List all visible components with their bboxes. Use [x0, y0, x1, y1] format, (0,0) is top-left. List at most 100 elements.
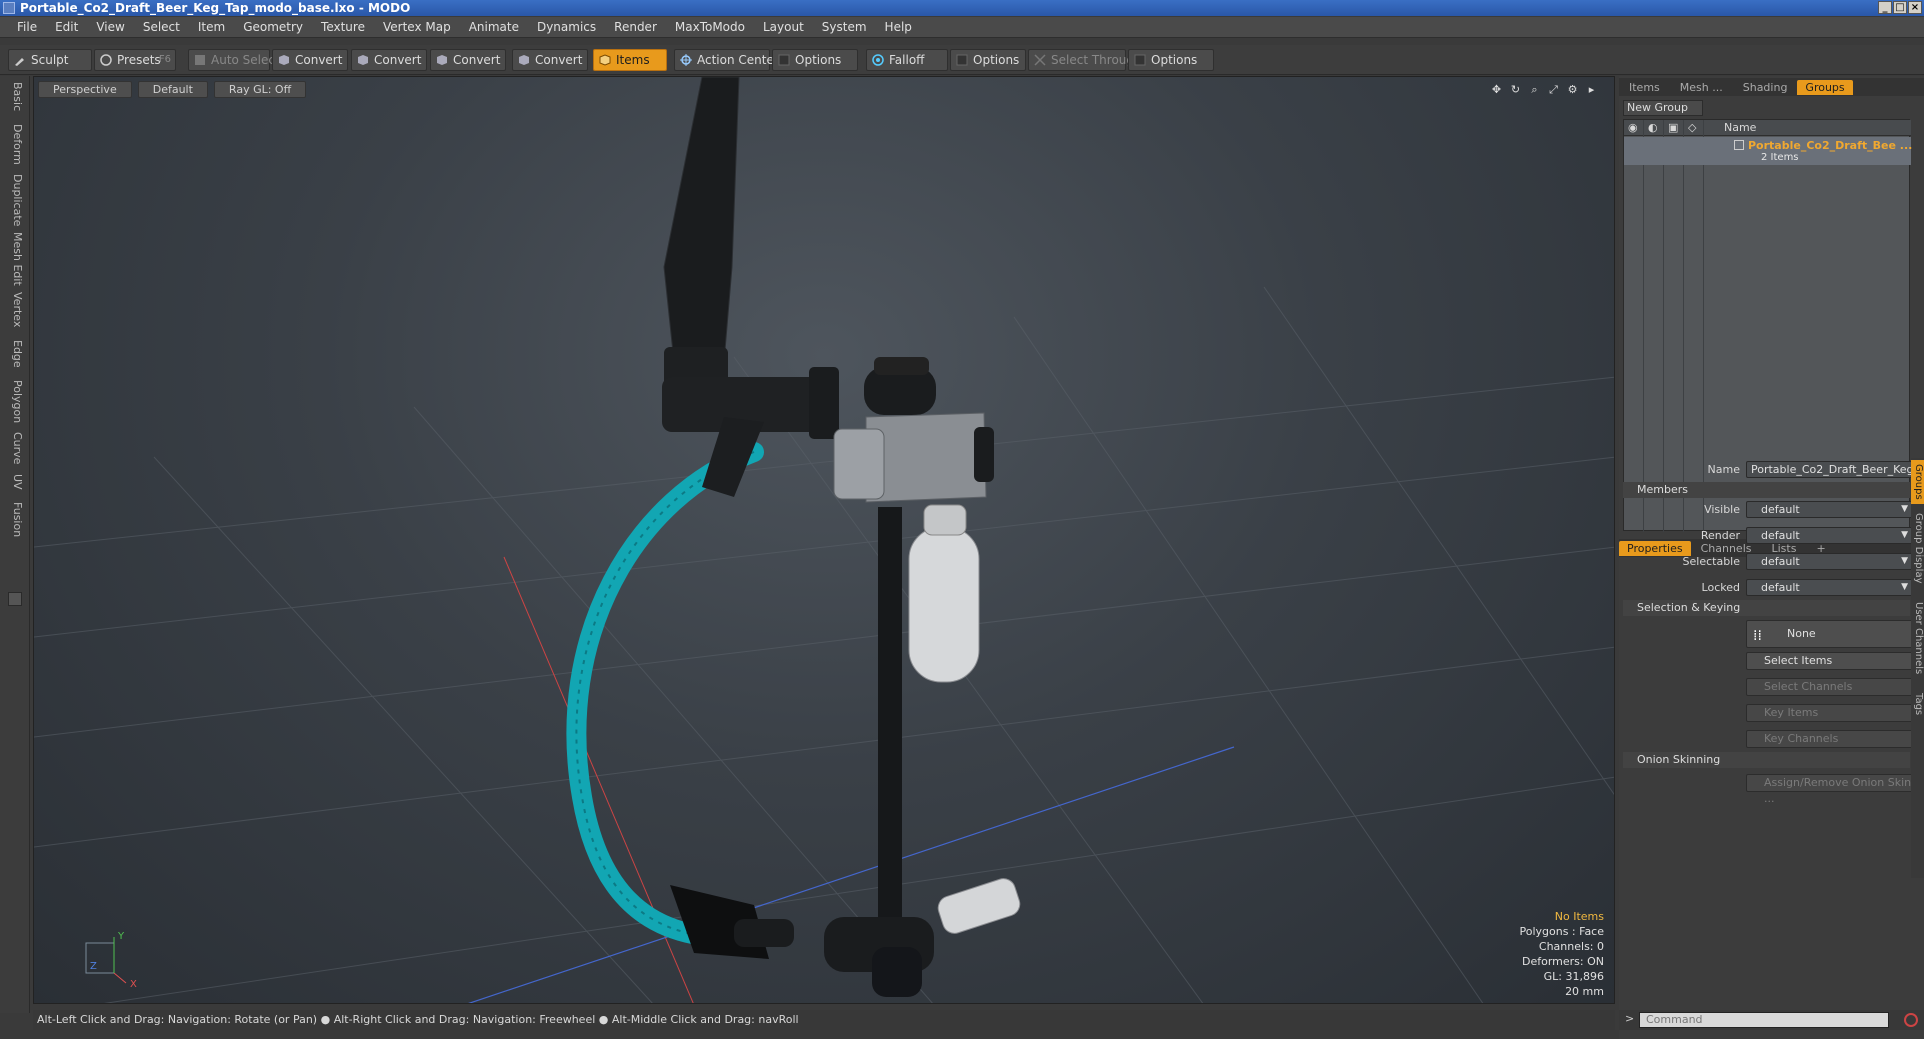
- onion-skinning-section[interactable]: Onion Skinning: [1623, 752, 1910, 768]
- view-type-dropdown[interactable]: Perspective: [38, 81, 132, 98]
- selection-set-none[interactable]: ⁞⁞ None: [1746, 620, 1913, 648]
- tab-edge[interactable]: Edge: [8, 340, 24, 368]
- menu-edit[interactable]: Edit: [46, 20, 87, 34]
- select-through-button[interactable]: Select Through: [1028, 49, 1142, 71]
- sculpt-button[interactable]: Sculpt: [8, 49, 92, 71]
- convert-button-4[interactable]: Convert: [512, 49, 588, 71]
- convert-icon: [437, 55, 447, 65]
- members-section[interactable]: Members: [1623, 482, 1910, 498]
- side-tab-group-display[interactable]: Group Display: [1911, 508, 1924, 588]
- tab-shading[interactable]: Shading: [1733, 81, 1798, 94]
- pan-icon[interactable]: ✥: [1490, 83, 1503, 96]
- side-tab-user-channels[interactable]: User Channels: [1911, 592, 1924, 684]
- minimize-button[interactable]: _: [1878, 1, 1892, 14]
- maximize-button[interactable]: □: [1893, 1, 1907, 14]
- menu-render[interactable]: Render: [605, 20, 666, 34]
- select-channels-button[interactable]: Select Channels: [1746, 678, 1913, 696]
- raygl-toggle[interactable]: Ray GL: Off: [213, 81, 307, 98]
- presets-button[interactable]: Presets F6: [94, 49, 176, 71]
- side-tab-tags[interactable]: Tags: [1911, 688, 1924, 720]
- visible-dropdown[interactable]: default ▼: [1746, 501, 1913, 518]
- tab-duplicate[interactable]: Duplicate: [8, 174, 24, 226]
- co2-cartridge-model: [908, 504, 980, 683]
- menu-select[interactable]: Select: [134, 20, 189, 34]
- name-column-header: Name: [1724, 121, 1757, 134]
- maximize-viewport-icon[interactable]: ⤢: [1547, 83, 1560, 96]
- menu-file[interactable]: File: [8, 20, 46, 34]
- menu-item[interactable]: Item: [189, 20, 234, 34]
- title-bar: Portable_Co2_Draft_Beer_Keg_Tap_modo_bas…: [0, 0, 1924, 16]
- visible-label: Visible: [1704, 503, 1740, 516]
- locked-label: Locked: [1701, 581, 1740, 594]
- viewport-menu-icon[interactable]: ▸: [1585, 83, 1598, 96]
- menu-geometry[interactable]: Geometry: [234, 20, 312, 34]
- side-tab-groups[interactable]: Groups: [1911, 460, 1924, 504]
- action-center-button[interactable]: Action Center: [674, 49, 779, 71]
- auto-select-icon: [195, 55, 205, 65]
- falloff-options-button[interactable]: Options: [950, 49, 1026, 71]
- tab-items[interactable]: Items: [1619, 81, 1670, 94]
- tab-groups[interactable]: Groups: [1797, 79, 1853, 95]
- auto-select-button[interactable]: Auto Select: [188, 49, 280, 71]
- convert-button-2[interactable]: Convert: [351, 49, 427, 71]
- stat-polygons: Polygons : Face: [1519, 925, 1604, 938]
- tab-mesh-edit[interactable]: Mesh Edit: [8, 232, 24, 286]
- selection-keying-section[interactable]: Selection & Keying: [1623, 600, 1910, 616]
- scene-render: X Y Z: [34, 77, 1614, 1003]
- key-channels-button[interactable]: Key Channels: [1746, 730, 1913, 748]
- new-group-button[interactable]: New Group: [1623, 100, 1703, 116]
- tab-polygon[interactable]: Polygon: [8, 380, 24, 423]
- crosshair-icon: [680, 54, 692, 66]
- render-dropdown[interactable]: default ▼: [1746, 527, 1913, 544]
- shading-mode-dropdown[interactable]: Default: [137, 81, 208, 98]
- zoom-icon[interactable]: ⌕: [1528, 83, 1541, 96]
- expand-toggle[interactable]: [8, 592, 22, 606]
- items-mode-button[interactable]: Items: [593, 49, 667, 71]
- menu-layout[interactable]: Layout: [754, 20, 813, 34]
- convert-button-1[interactable]: Convert: [272, 49, 348, 71]
- menu-animate[interactable]: Animate: [460, 20, 528, 34]
- selectable-label: Selectable: [1682, 555, 1740, 568]
- group-row[interactable]: Portable_Co2_Draft_Bee ... 2 Items: [1624, 137, 1912, 165]
- close-button[interactable]: ×: [1908, 1, 1922, 14]
- group-icon: [1734, 140, 1744, 150]
- gear-icon[interactable]: ⚙: [1566, 83, 1579, 96]
- tab-fusion[interactable]: Fusion: [8, 502, 24, 537]
- convert-button-3[interactable]: Convert: [430, 49, 506, 71]
- menu-maxtomodo[interactable]: MaxToModo: [666, 20, 754, 34]
- menu-vertex-map[interactable]: Vertex Map: [374, 20, 460, 34]
- keg-coupler-model: [670, 878, 1021, 997]
- selectable-dropdown[interactable]: default ▼: [1746, 553, 1913, 570]
- tab-curve[interactable]: Curve: [8, 432, 24, 464]
- rotate-icon[interactable]: ↻: [1509, 83, 1522, 96]
- falloff-button[interactable]: Falloff: [866, 49, 948, 71]
- tab-vertex[interactable]: Vertex: [8, 292, 24, 327]
- regulator-model: [833, 357, 994, 503]
- menu-view[interactable]: View: [87, 20, 133, 34]
- command-input[interactable]: Command: [1639, 1012, 1889, 1028]
- name-field[interactable]: Portable_Co2_Draft_Beer_Keg_: [1746, 461, 1913, 478]
- select-icon[interactable]: ◇: [1688, 120, 1696, 136]
- menu-texture[interactable]: Texture: [312, 20, 374, 34]
- eye-icon[interactable]: ◉: [1628, 120, 1638, 136]
- tab-uv[interactable]: UV: [8, 474, 24, 490]
- key-items-button[interactable]: Key Items: [1746, 704, 1913, 722]
- menu-system[interactable]: System: [813, 20, 876, 34]
- action-center-options-button[interactable]: Options: [772, 49, 858, 71]
- falloff-icon: [872, 54, 884, 66]
- select-through-options-button[interactable]: Options: [1128, 49, 1214, 71]
- select-items-button[interactable]: Select Items: [1746, 652, 1913, 670]
- 3d-viewport[interactable]: Perspective Default Ray GL: Off ✥ ↻ ⌕ ⤢ …: [33, 76, 1615, 1004]
- assign-onion-skin-button[interactable]: Assign/Remove Onion Skin ...: [1746, 774, 1913, 805]
- modo-window: Portable_Co2_Draft_Beer_Keg_Tap_modo_bas…: [0, 0, 1924, 1039]
- menu-dynamics[interactable]: Dynamics: [528, 20, 605, 34]
- locked-dropdown[interactable]: default ▼: [1746, 579, 1913, 596]
- tab-mesh[interactable]: Mesh ...: [1670, 81, 1733, 94]
- menu-help[interactable]: Help: [876, 20, 921, 34]
- render-icon[interactable]: ◐: [1648, 120, 1658, 136]
- lock-icon[interactable]: ▣: [1668, 120, 1678, 136]
- record-icon[interactable]: [1904, 1013, 1918, 1027]
- faucet-handle-model: [663, 77, 740, 392]
- tab-basic[interactable]: Basic: [8, 82, 24, 111]
- tab-deform[interactable]: Deform: [8, 124, 24, 165]
